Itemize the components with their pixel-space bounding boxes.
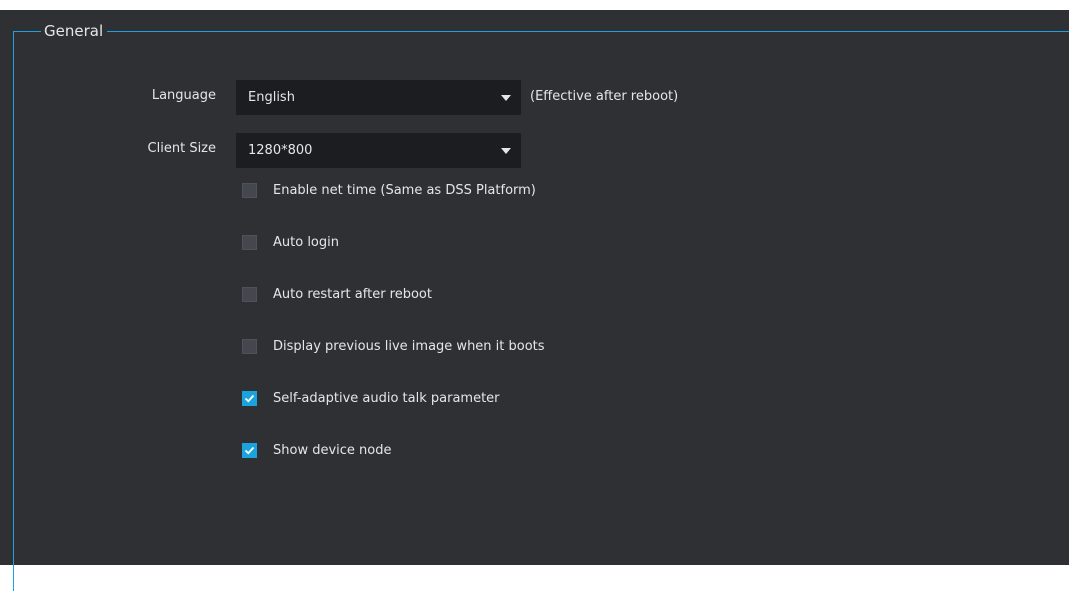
option-label: Auto login [273, 235, 339, 250]
option-label: Enable net time (Same as DSS Platform) [273, 183, 536, 198]
chevron-down-icon [501, 148, 511, 154]
group-title: General [41, 21, 108, 41]
language-select[interactable]: English [236, 80, 521, 115]
settings-panel: General Language English (Effective afte… [0, 10, 1069, 591]
option-label: Auto restart after reboot [273, 287, 432, 302]
language-label: Language [151, 88, 216, 103]
checkbox-checked-icon[interactable] [242, 391, 257, 406]
client-size-value: 1280*800 [248, 143, 313, 158]
language-reboot-note: (Effective after reboot) [530, 89, 679, 104]
chevron-down-icon [501, 95, 511, 101]
option-label: Self-adaptive audio talk parameter [273, 391, 500, 406]
client-size-select[interactable]: 1280*800 [236, 133, 521, 168]
checkbox-icon[interactable] [242, 339, 257, 354]
checkbox-icon[interactable] [242, 183, 257, 198]
checkbox-icon[interactable] [242, 287, 257, 302]
option-label: Display previous live image when it boot… [273, 339, 545, 354]
checkbox-checked-icon[interactable] [242, 443, 257, 458]
checkbox-icon[interactable] [242, 235, 257, 250]
general-group-box [13, 31, 1069, 591]
option-label: Show device node [273, 443, 392, 458]
client-size-label: Client Size [147, 141, 216, 156]
language-value: English [248, 90, 295, 105]
